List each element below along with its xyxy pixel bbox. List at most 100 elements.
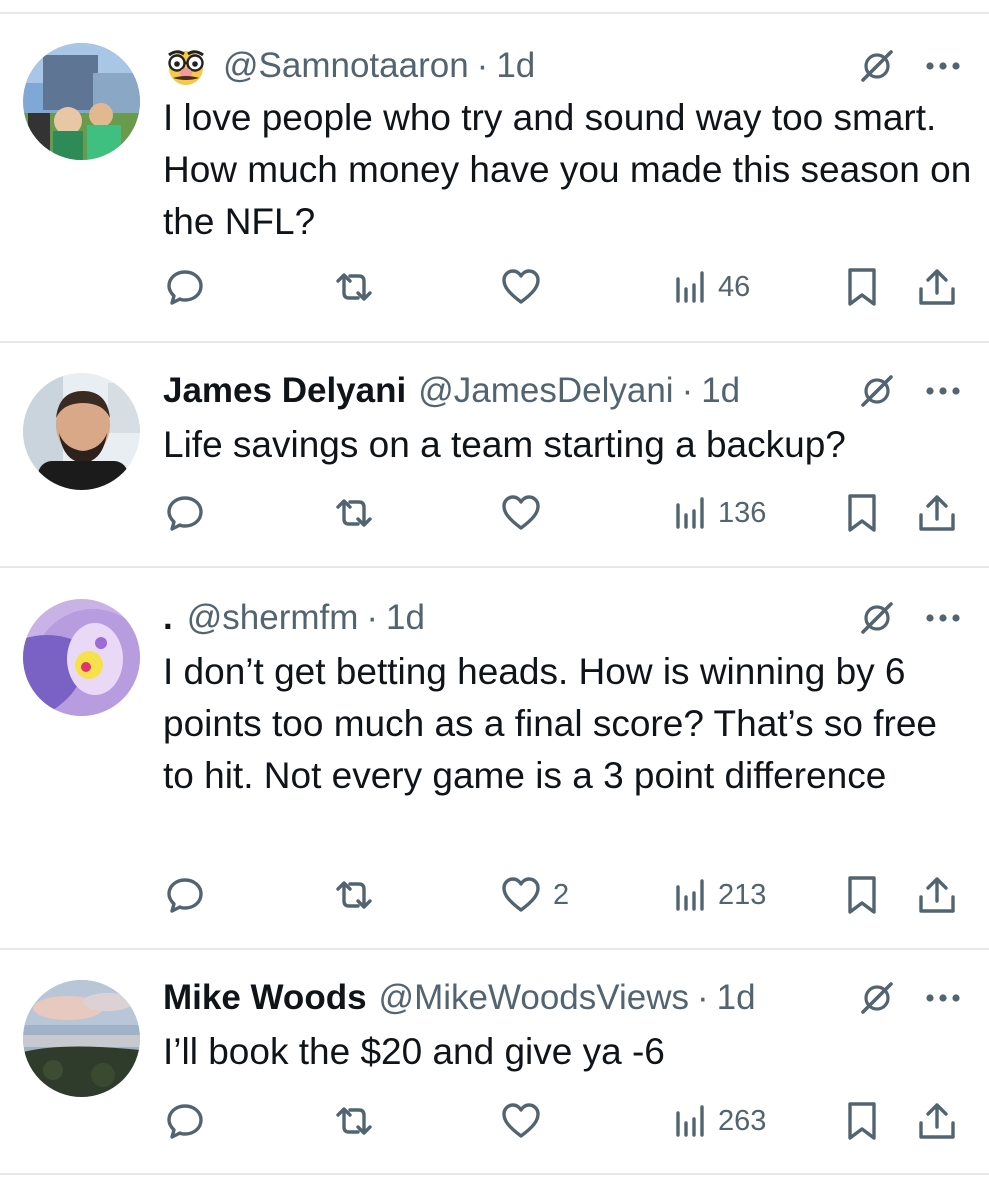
retweet-button[interactable] bbox=[330, 262, 378, 312]
display-name[interactable]: . bbox=[163, 598, 173, 638]
tweet-time[interactable]: 1d bbox=[386, 598, 425, 638]
share-icon bbox=[915, 1099, 959, 1143]
reply-button[interactable] bbox=[163, 262, 207, 312]
tweet-text: Life savings on a team starting a backup… bbox=[163, 424, 846, 465]
share-button[interactable] bbox=[915, 1096, 959, 1146]
tweet-handle[interactable]: @shermfm bbox=[187, 598, 359, 638]
views-button[interactable]: 136 bbox=[672, 488, 766, 538]
tweet-header: . @shermfm · 1d bbox=[163, 594, 425, 642]
views-count: 136 bbox=[718, 496, 767, 529]
like-button[interactable] bbox=[499, 262, 553, 312]
reply-button[interactable] bbox=[163, 1096, 207, 1146]
tweet-time[interactable]: 1d bbox=[717, 978, 756, 1018]
tweet-actions: 136 bbox=[0, 488, 989, 538]
retweet-icon bbox=[330, 873, 378, 917]
share-icon bbox=[915, 491, 959, 535]
more-icon[interactable] bbox=[925, 612, 961, 624]
divider bbox=[0, 566, 989, 568]
disguise-face-emoji bbox=[163, 46, 209, 86]
divider bbox=[0, 948, 989, 950]
grok-icon[interactable] bbox=[857, 978, 897, 1018]
like-button[interactable] bbox=[499, 1096, 553, 1146]
separator-dot: · bbox=[681, 371, 694, 410]
bookmark-button[interactable] bbox=[842, 262, 882, 312]
views-chart-icon bbox=[672, 1099, 708, 1143]
retweet-button[interactable] bbox=[330, 870, 378, 920]
heart-icon bbox=[499, 873, 543, 917]
tweet[interactable]: @Samnotaaron · 1d I love people who try … bbox=[0, 40, 989, 340]
tweet-top-actions bbox=[857, 367, 961, 415]
grok-icon[interactable] bbox=[857, 371, 897, 411]
tweet[interactable]: James Delyani @JamesDelyani · 1d Life sa… bbox=[0, 367, 989, 567]
tweet-header: James Delyani @JamesDelyani · 1d bbox=[163, 367, 740, 415]
retweet-button[interactable] bbox=[330, 488, 378, 538]
tweet-top-actions bbox=[857, 42, 961, 90]
more-icon[interactable] bbox=[925, 60, 961, 72]
divider bbox=[0, 341, 989, 343]
tweet-handle[interactable]: @Samnotaaron bbox=[223, 46, 469, 86]
heart-icon bbox=[499, 1099, 543, 1143]
avatar[interactable] bbox=[23, 43, 140, 160]
reply-button[interactable] bbox=[163, 870, 207, 920]
share-button[interactable] bbox=[915, 870, 959, 920]
tweet-top-actions bbox=[857, 974, 961, 1022]
bookmark-icon bbox=[842, 1099, 882, 1143]
avatar[interactable] bbox=[23, 373, 140, 490]
views-chart-icon bbox=[672, 873, 708, 917]
share-button[interactable] bbox=[915, 262, 959, 312]
reply-icon bbox=[163, 1099, 207, 1143]
tweet-handle[interactable]: @JamesDelyani bbox=[418, 371, 673, 411]
reply-icon bbox=[163, 265, 207, 309]
tweet-time[interactable]: 1d bbox=[701, 371, 740, 411]
heart-icon bbox=[499, 265, 543, 309]
tweet-text: I’ll book the $20 and give ya -6 bbox=[163, 1031, 665, 1072]
bookmark-button[interactable] bbox=[842, 1096, 882, 1146]
tweet-handle[interactable]: @MikeWoodsViews bbox=[379, 978, 689, 1018]
more-icon[interactable] bbox=[925, 385, 961, 397]
separator-dot: · bbox=[476, 46, 489, 85]
divider-bottom bbox=[0, 1173, 989, 1175]
heart-icon bbox=[499, 491, 543, 535]
grok-icon[interactable] bbox=[857, 598, 897, 638]
views-button[interactable]: 213 bbox=[672, 870, 766, 920]
retweet-button[interactable] bbox=[330, 1096, 378, 1146]
like-button[interactable] bbox=[499, 488, 553, 538]
tweet-text: I don’t get betting heads. How is winnin… bbox=[163, 651, 938, 796]
tweet-actions: 2 213 bbox=[0, 870, 989, 920]
bookmark-button[interactable] bbox=[842, 870, 882, 920]
views-count: 213 bbox=[718, 878, 767, 911]
tweet-time[interactable]: 1d bbox=[496, 46, 535, 86]
views-button[interactable]: 46 bbox=[672, 262, 750, 312]
tweet-text: I love people who try and sound way too … bbox=[163, 97, 972, 242]
views-button[interactable]: 263 bbox=[672, 1096, 766, 1146]
like-count: 2 bbox=[553, 878, 570, 911]
more-icon[interactable] bbox=[925, 992, 961, 1004]
separator-dot: · bbox=[366, 598, 379, 637]
views-count: 46 bbox=[718, 270, 751, 303]
bookmark-button[interactable] bbox=[842, 488, 882, 538]
avatar[interactable] bbox=[23, 980, 140, 1097]
retweet-icon bbox=[330, 265, 378, 309]
tweet-actions: 263 bbox=[0, 1096, 989, 1146]
separator-dot: · bbox=[697, 978, 709, 1017]
tweet-header: @Samnotaaron · 1d bbox=[163, 42, 535, 90]
share-icon bbox=[915, 873, 959, 917]
tweet-header: Mike Woods @MikeWoodsViews · 1d bbox=[163, 974, 756, 1022]
tweet[interactable]: Mike Woods @MikeWoodsViews · 1d I’ll boo… bbox=[0, 974, 989, 1174]
divider-top bbox=[0, 12, 989, 14]
display-name[interactable]: James Delyani bbox=[163, 371, 406, 411]
share-icon bbox=[915, 265, 959, 309]
avatar[interactable] bbox=[23, 599, 140, 716]
bookmark-icon bbox=[842, 265, 882, 309]
reply-icon bbox=[163, 491, 207, 535]
tweet-actions: 46 bbox=[0, 262, 989, 312]
tweet[interactable]: . @shermfm · 1d I don’t get betting head… bbox=[0, 594, 989, 949]
share-button[interactable] bbox=[915, 488, 959, 538]
retweet-icon bbox=[330, 1099, 378, 1143]
reply-button[interactable] bbox=[163, 488, 207, 538]
bookmark-icon bbox=[842, 491, 882, 535]
like-button[interactable]: 2 bbox=[499, 870, 569, 920]
retweet-icon bbox=[330, 491, 378, 535]
grok-icon[interactable] bbox=[857, 46, 897, 86]
display-name[interactable]: Mike Woods bbox=[163, 978, 367, 1018]
